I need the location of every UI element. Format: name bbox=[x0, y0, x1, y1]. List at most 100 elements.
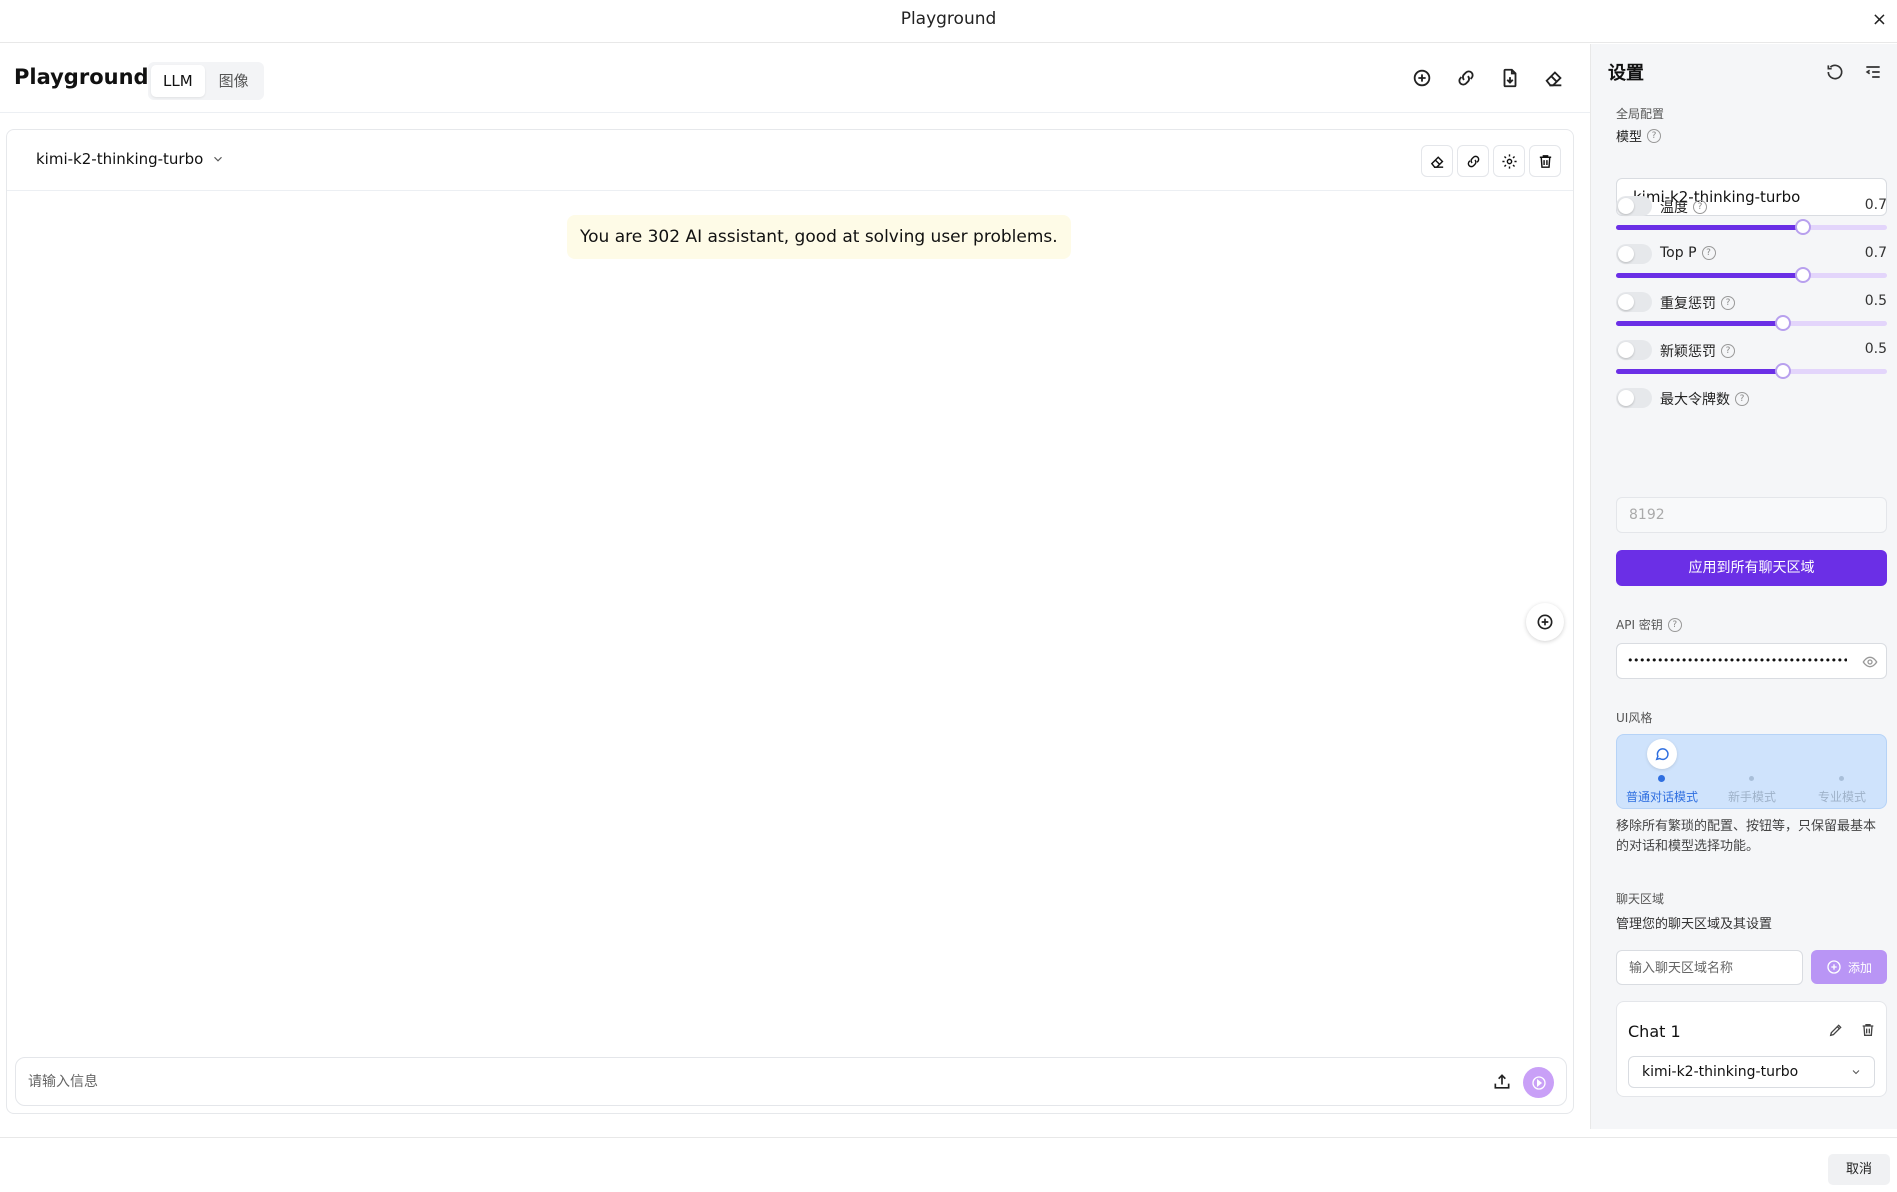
top-p-label: Top P ? bbox=[1660, 245, 1716, 261]
help-icon[interactable]: ? bbox=[1701, 246, 1716, 260]
upload-icon[interactable] bbox=[1492, 1072, 1512, 1092]
temperature-value: 0.7 bbox=[1864, 197, 1887, 213]
param-repetition-penalty: 重复惩罚 ? 0.5 bbox=[1616, 292, 1887, 340]
param-max-tokens: 最大令牌数 ? bbox=[1616, 388, 1887, 412]
ui-mode-label: 普通对话模式 bbox=[1625, 790, 1698, 804]
chat-name-input[interactable] bbox=[1629, 959, 1789, 977]
chevron-down-icon bbox=[214, 156, 223, 162]
param-top-p: Top P ? 0.7 bbox=[1616, 244, 1887, 292]
ui-style-selector: 普通对话模式 新手模式 专业模式 bbox=[1616, 734, 1887, 809]
ui-style-heading: UI风格 bbox=[1616, 711, 1653, 725]
ui-style-description: 移除所有繁琐的配置、按钮等，只保留最基本的对话和模型选择功能。 bbox=[1616, 819, 1877, 854]
window-close-button[interactable]: × bbox=[1872, 10, 1887, 30]
settings-title: 设置 bbox=[1608, 63, 1644, 84]
message-input[interactable] bbox=[28, 1070, 1428, 1094]
add-chat-button[interactable] bbox=[1526, 603, 1564, 641]
temperature-label-text: 温度 bbox=[1660, 200, 1688, 216]
gear-icon[interactable] bbox=[1493, 145, 1525, 177]
link-icon[interactable] bbox=[1455, 67, 1477, 89]
chat-area-card: Chat 1 kimi-k2-thinking-turbo bbox=[1616, 1001, 1887, 1097]
repetition-penalty-slider[interactable] bbox=[1616, 315, 1887, 331]
chevron-down-icon bbox=[1852, 1070, 1860, 1075]
model-field-label: 模型 ? bbox=[1616, 126, 1662, 145]
reset-icon[interactable] bbox=[1825, 62, 1845, 82]
api-key-field[interactable]: ••••••••••••••••••••••••••••••••••••••••… bbox=[1616, 643, 1887, 679]
top-p-slider[interactable] bbox=[1616, 267, 1887, 283]
add-button-label: 添加 bbox=[1847, 960, 1872, 975]
tab-image[interactable]: 图像 bbox=[207, 65, 261, 97]
dialog-footer: 取消 bbox=[0, 1137, 1897, 1192]
slider-fill bbox=[1616, 321, 1783, 326]
help-icon[interactable]: ? bbox=[1693, 200, 1707, 214]
mode-indicator bbox=[1749, 776, 1754, 781]
chat-panel: kimi-k2-thinking-turbo You are 302 AI as… bbox=[6, 129, 1574, 1114]
max-tokens-label-text: 最大令牌数 bbox=[1660, 392, 1730, 408]
send-button[interactable] bbox=[1523, 1067, 1554, 1098]
max-tokens-toggle[interactable] bbox=[1616, 388, 1652, 408]
chat-header: kimi-k2-thinking-turbo bbox=[7, 130, 1573, 191]
add-chat-area-button[interactable]: 添加 bbox=[1811, 950, 1887, 984]
eraser-icon[interactable] bbox=[1421, 145, 1453, 177]
pencil-icon[interactable] bbox=[1828, 1022, 1844, 1038]
help-icon[interactable]: ? bbox=[1721, 344, 1735, 358]
repetition-penalty-label-text: 重复惩罚 bbox=[1660, 296, 1716, 312]
api-key-label-text: API 密钥 bbox=[1616, 618, 1663, 632]
chat-bubble-icon bbox=[1647, 739, 1677, 769]
trash-icon[interactable] bbox=[1529, 145, 1561, 177]
header-toolbar bbox=[1411, 67, 1565, 89]
mode-tabs: LLM 图像 bbox=[148, 62, 264, 100]
temperature-toggle[interactable] bbox=[1616, 196, 1652, 216]
collapse-panel-icon[interactable] bbox=[1863, 62, 1883, 82]
help-icon[interactable]: ? bbox=[1721, 296, 1735, 310]
presence-penalty-label: 新颖惩罚 ? bbox=[1660, 341, 1735, 361]
max-tokens-input[interactable]: 8192 bbox=[1616, 497, 1887, 533]
temperature-label: 温度 ? bbox=[1660, 197, 1707, 217]
slider-fill bbox=[1616, 273, 1803, 278]
chat-area-name: Chat 1 bbox=[1628, 1022, 1681, 1041]
ui-mode-label: 新手模式 bbox=[1727, 790, 1776, 804]
slider-thumb[interactable] bbox=[1774, 363, 1791, 379]
chat-name-field bbox=[1616, 950, 1803, 985]
global-config-heading: 全局配置 bbox=[1616, 107, 1665, 121]
tab-llm[interactable]: LLM bbox=[151, 65, 205, 97]
slider-thumb[interactable] bbox=[1794, 219, 1811, 235]
cancel-button[interactable]: 取消 bbox=[1828, 1154, 1890, 1185]
param-temperature: 温度 ? 0.7 bbox=[1616, 196, 1887, 244]
trash-icon[interactable] bbox=[1860, 1022, 1876, 1038]
api-key-label: API 密钥 ? bbox=[1616, 616, 1682, 633]
presence-penalty-label-text: 新颖惩罚 bbox=[1660, 344, 1716, 360]
system-message: You are 302 AI assistant, good at solvin… bbox=[567, 215, 1071, 259]
window-titlebar: Playground × bbox=[0, 0, 1897, 43]
param-presence-penalty: 新颖惩罚 ? 0.5 bbox=[1616, 340, 1887, 388]
api-key-masked: ••••••••••••••••••••••••••••••••••••••••… bbox=[1627, 654, 1847, 667]
presence-penalty-slider[interactable] bbox=[1616, 363, 1887, 379]
slider-fill bbox=[1616, 369, 1783, 374]
slider-thumb[interactable] bbox=[1774, 315, 1791, 331]
add-circle-icon[interactable] bbox=[1411, 67, 1433, 89]
help-icon[interactable]: ? bbox=[1735, 392, 1749, 406]
playground-header: Playground LLM 图像 bbox=[0, 43, 1590, 113]
top-p-toggle[interactable] bbox=[1616, 244, 1652, 264]
max-tokens-label: 最大令牌数 ? bbox=[1660, 389, 1749, 409]
link-icon[interactable] bbox=[1457, 145, 1489, 177]
presence-penalty-value: 0.5 bbox=[1864, 341, 1887, 357]
settings-panel: 设置 全局配置 模型 ? kimi-k2-thinking-turbo 温度 ?… bbox=[1590, 44, 1897, 1129]
ui-mode-label: 专业模式 bbox=[1817, 790, 1866, 804]
repetition-penalty-toggle[interactable] bbox=[1616, 292, 1652, 312]
chat-area-model-select[interactable]: kimi-k2-thinking-turbo bbox=[1628, 1056, 1875, 1088]
slider-thumb[interactable] bbox=[1794, 267, 1811, 283]
top-p-value: 0.7 bbox=[1864, 245, 1887, 261]
export-file-icon[interactable] bbox=[1499, 67, 1521, 89]
presence-penalty-toggle[interactable] bbox=[1616, 340, 1652, 360]
add-circle-icon bbox=[1827, 960, 1841, 974]
help-icon[interactable]: ? bbox=[1667, 617, 1682, 632]
eraser-icon[interactable] bbox=[1543, 67, 1565, 89]
slider-fill bbox=[1616, 225, 1803, 230]
model-selector[interactable]: kimi-k2-thinking-turbo bbox=[36, 150, 225, 168]
temperature-slider[interactable] bbox=[1616, 219, 1887, 235]
eye-icon[interactable] bbox=[1862, 654, 1878, 670]
help-icon[interactable]: ? bbox=[1647, 128, 1662, 143]
apply-all-button[interactable]: 应用到所有聊天区域 bbox=[1616, 550, 1887, 586]
message-input-bar bbox=[15, 1057, 1567, 1106]
chat-area-model: kimi-k2-thinking-turbo bbox=[1642, 1064, 1799, 1080]
